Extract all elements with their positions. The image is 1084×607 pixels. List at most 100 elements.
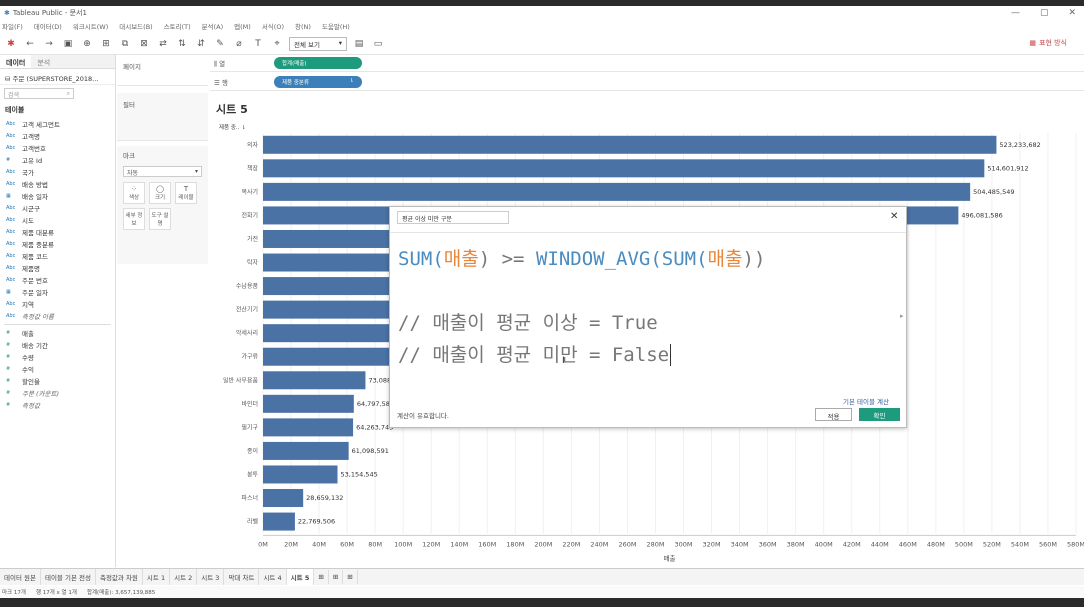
search-input[interactable]: 검색 ⌕ — [4, 88, 74, 99]
measure-field[interactable]: # 매출 — [0, 327, 115, 339]
bar[interactable] — [263, 394, 354, 413]
tableau-home-icon[interactable]: ✱ — [4, 39, 18, 49]
clear-sheet-icon[interactable]: ⊠ — [137, 39, 151, 49]
dimension-field[interactable]: Abc 주문 번호 — [0, 274, 115, 286]
columns-shelf[interactable]: ⫼ 열 합계(매출) — [210, 55, 1084, 72]
sort-asc-icon[interactable]: ⇅ — [175, 39, 189, 49]
sheet-tab[interactable]: 측정값과 차원 — [96, 569, 143, 585]
sheet-title[interactable]: 시트 5 — [216, 101, 248, 117]
category-label[interactable]: 전산기기 — [236, 306, 258, 314]
mark-type-select[interactable]: 자동 ▾ — [123, 166, 202, 177]
formula-line-1[interactable]: SUM(매출) >= WINDOW_AVG(SUM(매출)) — [398, 244, 765, 271]
bar[interactable] — [263, 182, 971, 201]
tab-analysis[interactable]: 분석 — [31, 55, 115, 68]
formula-line-3[interactable]: // 매출이 평균 미만 = False — [398, 340, 672, 367]
x-axis-title[interactable]: 매출 — [664, 553, 676, 562]
rows-shelf[interactable]: ☰ 행 제품 중분류 ⇂ — [210, 74, 1084, 91]
dimension-field[interactable]: Abc 제품 중분류 — [0, 238, 115, 250]
basic-table-calc-link[interactable]: 기본 테이블 계산 — [843, 396, 889, 406]
measure-field[interactable]: # 배송 기간 — [0, 339, 115, 351]
dimension-field[interactable]: ▦ 배송 일자 — [0, 190, 115, 202]
apply-button[interactable]: 적용 — [815, 408, 852, 421]
show-me-button[interactable]: ▦ 표현 방식 — [1029, 38, 1070, 48]
new-sheet-icon[interactable]: ⊞ — [99, 39, 113, 49]
category-label[interactable]: 복사기 — [241, 188, 258, 196]
sheet-tab[interactable]: 시트 1 — [143, 569, 171, 585]
category-label[interactable]: 종이 — [247, 447, 258, 455]
category-label[interactable]: 탁자 — [247, 259, 259, 267]
dimension-field[interactable]: Abc 측정값 이름 — [0, 310, 115, 322]
sheet-tab[interactable]: 테이블 기본 전성 — [41, 569, 96, 585]
dimension-field[interactable]: Abc 지역 — [0, 298, 115, 310]
menu-item[interactable]: 스토리(T) — [164, 21, 191, 31]
bar[interactable] — [263, 418, 354, 437]
dimension-field[interactable]: Abc 시도 — [0, 214, 115, 226]
category-label[interactable]: 라벨 — [247, 518, 259, 526]
new-story-icon[interactable]: ⊞ — [343, 570, 358, 584]
bar[interactable] — [263, 159, 985, 178]
category-label[interactable]: 의자 — [247, 141, 259, 149]
sort-desc-icon[interactable]: ⇵ — [194, 39, 208, 49]
minimize-icon[interactable]: — — [1011, 8, 1020, 18]
menu-item[interactable]: 워크시트(W) — [73, 21, 108, 31]
bar[interactable] — [263, 512, 295, 531]
dialog-close-icon[interactable]: ✕ — [890, 211, 898, 222]
ok-button[interactable]: 확인 — [859, 408, 900, 421]
tab-data[interactable]: 데이터 — [0, 55, 31, 68]
formula-line-2[interactable]: // 매출이 평균 이상 = True — [398, 308, 658, 335]
sheet-tab[interactable]: 시트 2 — [170, 569, 198, 585]
category-label[interactable]: 바인더 — [241, 400, 258, 408]
view-size-select[interactable]: 전체 보기 ▾ — [289, 36, 347, 51]
expand-arrow-icon[interactable]: ▸ — [900, 312, 904, 320]
new-dashboard-icon[interactable]: ⊞ — [329, 570, 344, 584]
category-label[interactable]: 파스너 — [241, 494, 258, 502]
dimension-field[interactable]: Abc 고객번호 — [0, 142, 115, 154]
dimension-field[interactable]: Abc 제품 코드 — [0, 250, 115, 262]
filters-shelf[interactable]: 필터 — [117, 93, 208, 141]
menu-item[interactable]: 서식(O) — [262, 21, 284, 31]
sheet-tab[interactable]: 막대 차트 — [224, 569, 260, 585]
dimension-field[interactable]: # 고유 Id — [0, 154, 115, 166]
dimension-field[interactable]: ▦ 주문 일자 — [0, 286, 115, 298]
dimension-field[interactable]: Abc 고객 세그먼트 — [0, 118, 115, 130]
measure-field[interactable]: # 수량 — [0, 351, 115, 363]
measure-field[interactable]: # 주문 (카운트) — [0, 387, 115, 399]
calculation-name-input[interactable]: 평균 이상 미만 구분 — [397, 211, 509, 224]
menu-item[interactable]: 분석(A) — [202, 21, 223, 31]
duplicate-sheet-icon[interactable]: ⧉ — [118, 39, 132, 49]
menu-item[interactable]: 창(N) — [295, 21, 311, 31]
bar[interactable] — [263, 371, 366, 390]
new-worksheet-icon[interactable]: ⊞ — [314, 570, 329, 584]
save-icon[interactable]: ▣ — [61, 39, 75, 49]
dimension-field[interactable]: Abc 제품명 — [0, 262, 115, 274]
show-cards-icon[interactable]: ▤ — [352, 39, 366, 49]
maximize-icon[interactable]: ▢ — [1040, 8, 1049, 18]
measure-field[interactable]: # 할인율 — [0, 375, 115, 387]
bar[interactable] — [263, 465, 338, 484]
menu-item[interactable]: 대시보드(B) — [119, 21, 152, 31]
sheet-tab[interactable]: 시트 3 — [197, 569, 225, 585]
fix-axes-icon[interactable]: ⌖ — [270, 39, 284, 49]
dimension-field[interactable]: Abc 제품 대분류 — [0, 226, 115, 238]
category-label[interactable]: 가구류 — [241, 353, 258, 361]
mark-button[interactable]: ⁘ 색상 — [123, 182, 145, 204]
bar[interactable] — [263, 441, 349, 460]
sheet-tab[interactable]: 데이터 원본 — [0, 569, 41, 585]
group-icon[interactable]: ⌀ — [232, 39, 246, 49]
datasource-item[interactable]: ⛁ 주문 (SUPERSTORE_2018... — [0, 69, 115, 85]
mark-button[interactable]: 도구 설명 — [149, 208, 171, 230]
measure-field[interactable]: # 측정값 — [0, 399, 115, 411]
swap-icon[interactable]: ⇄ — [156, 39, 170, 49]
menu-item[interactable]: 데이터(D) — [34, 21, 62, 31]
dimension-field[interactable]: Abc 배송 방법 — [0, 178, 115, 190]
category-label[interactable]: 가전 — [247, 235, 258, 243]
dimension-field[interactable]: Abc 고객명 — [0, 130, 115, 142]
category-label[interactable]: 책장 — [247, 164, 259, 172]
menu-item[interactable]: 도움말(H) — [322, 21, 350, 31]
labels-icon[interactable]: T — [251, 39, 265, 49]
dimension-field[interactable]: Abc 국가 — [0, 166, 115, 178]
category-label[interactable]: 필기구 — [241, 423, 258, 431]
category-label[interactable]: 전화기 — [241, 211, 258, 219]
undo-icon[interactable]: ← — [23, 39, 37, 49]
mark-button[interactable]: ◯ 크기 — [149, 182, 171, 204]
